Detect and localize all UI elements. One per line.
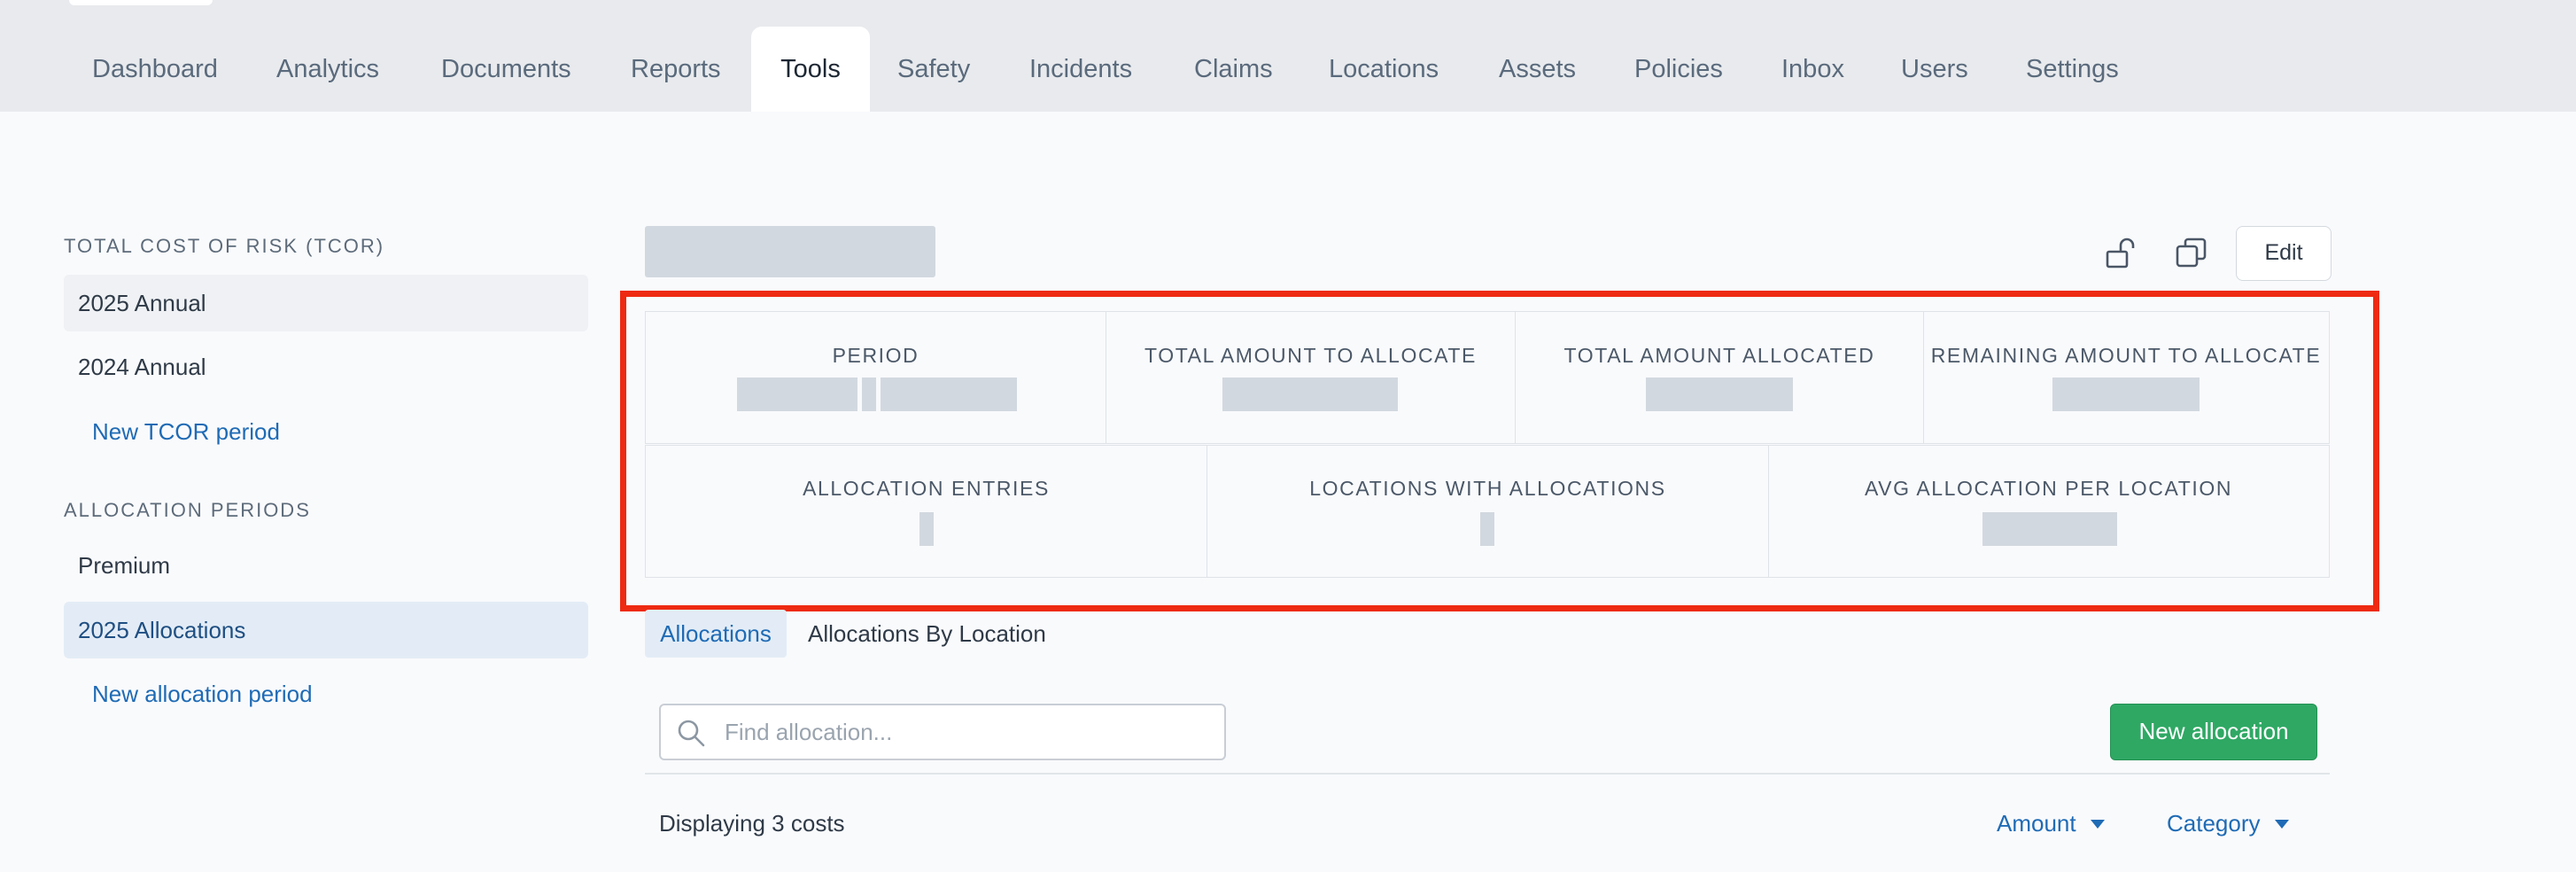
tab-safety[interactable]: Safety: [897, 27, 970, 112]
stat-total-to-allocate: TOTAL AMOUNT TO ALLOCATE: [1106, 312, 1516, 443]
divider: [645, 773, 2330, 775]
stat-allocation-entries: ALLOCATION ENTRIES: [646, 446, 1207, 577]
tab-policies[interactable]: Policies: [1634, 27, 1723, 112]
stat-avg-per-location: AVG ALLOCATION PER LOCATION: [1769, 446, 2328, 577]
tab-analytics[interactable]: Analytics: [276, 27, 379, 112]
tab-settings[interactable]: Settings: [2026, 27, 2119, 112]
sort-category-label: Category: [2167, 810, 2261, 837]
stat-total-allocated: TOTAL AMOUNT ALLOCATED: [1516, 312, 1924, 443]
value-placeholder: [1222, 378, 1398, 411]
logo-placeholder: [69, 0, 213, 5]
edit-button[interactable]: Edit: [2236, 226, 2332, 281]
value-placeholder: [1646, 378, 1793, 411]
tab-tools[interactable]: Tools: [751, 27, 870, 112]
stats-row-top: PERIOD TOTAL AMOUNT TO ALLOCATE TOTAL AM…: [645, 311, 2330, 444]
new-tcor-period-link[interactable]: New TCOR period: [92, 418, 280, 446]
subtab-allocations-by-location[interactable]: Allocations By Location: [808, 610, 1046, 658]
sidebar-item-2025-annual[interactable]: 2025 Annual: [64, 275, 588, 331]
subtab-allocations[interactable]: Allocations: [645, 610, 787, 658]
sidebar-item-2024-annual[interactable]: 2024 Annual: [64, 339, 588, 395]
sort-amount-dropdown[interactable]: Amount: [1997, 810, 2105, 837]
search-field[interactable]: [659, 704, 1226, 760]
stat-label: TOTAL AMOUNT ALLOCATED: [1563, 344, 1875, 367]
tab-assets[interactable]: Assets: [1499, 27, 1576, 112]
new-allocation-button[interactable]: New allocation: [2110, 704, 2317, 760]
value-placeholder: [862, 378, 876, 411]
sort-category-dropdown[interactable]: Category: [2167, 810, 2289, 837]
tab-locations[interactable]: Locations: [1329, 27, 1439, 112]
tab-incidents[interactable]: Incidents: [1029, 27, 1132, 112]
tab-reports[interactable]: Reports: [631, 27, 721, 112]
unlock-button[interactable]: [2101, 234, 2140, 273]
top-nav-bar: Dashboard Analytics Documents Reports To…: [0, 0, 2576, 112]
sidebar-heading-tcor: TOTAL COST OF RISK (TCOR): [64, 235, 385, 257]
tab-users[interactable]: Users: [1901, 27, 1968, 112]
tab-dashboard[interactable]: Dashboard: [92, 27, 218, 112]
stats-row-bottom: ALLOCATION ENTRIES LOCATIONS WITH ALLOCA…: [645, 445, 2330, 578]
value-placeholder: [881, 378, 1017, 411]
sidebar-heading-allocation: ALLOCATION PERIODS: [64, 499, 311, 521]
sidebar-item-2025-allocations[interactable]: 2025 Allocations: [64, 602, 588, 658]
value-placeholder: [919, 512, 934, 546]
unlock-icon: [2106, 237, 2135, 269]
result-count: Displaying 3 costs: [659, 810, 845, 837]
caret-down-icon: [2090, 819, 2105, 829]
value-placeholder: [2052, 378, 2200, 411]
stat-label: AVG ALLOCATION PER LOCATION: [1864, 477, 2233, 500]
stat-label: TOTAL AMOUNT TO ALLOCATE: [1144, 344, 1477, 367]
stat-label: REMAINING AMOUNT TO ALLOCATE: [1930, 344, 2322, 367]
stat-label: LOCATIONS WITH ALLOCATIONS: [1309, 477, 1666, 500]
stat-period: PERIOD: [646, 312, 1106, 443]
tab-documents[interactable]: Documents: [441, 27, 571, 112]
caret-down-icon: [2274, 819, 2289, 829]
new-allocation-period-link[interactable]: New allocation period: [92, 681, 313, 708]
stat-locations-with-allocations: LOCATIONS WITH ALLOCATIONS: [1207, 446, 1769, 577]
search-input[interactable]: [725, 712, 1203, 751]
page-title-placeholder: [645, 226, 935, 277]
tab-claims[interactable]: Claims: [1194, 27, 1273, 112]
copy-icon: [2176, 237, 2207, 268]
value-placeholder: [1982, 512, 2117, 546]
sort-amount-label: Amount: [1997, 810, 2076, 837]
sidebar-item-premium[interactable]: Premium: [64, 537, 588, 594]
stat-label: ALLOCATION ENTRIES: [803, 477, 1050, 500]
copy-button[interactable]: [2172, 234, 2211, 273]
stat-remaining: REMAINING AMOUNT TO ALLOCATE: [1924, 312, 2328, 443]
tab-inbox[interactable]: Inbox: [1781, 27, 1844, 112]
search-icon: [678, 720, 705, 747]
value-placeholder: [1480, 512, 1494, 546]
stat-label: PERIOD: [832, 344, 919, 367]
value-placeholder: [737, 378, 857, 411]
